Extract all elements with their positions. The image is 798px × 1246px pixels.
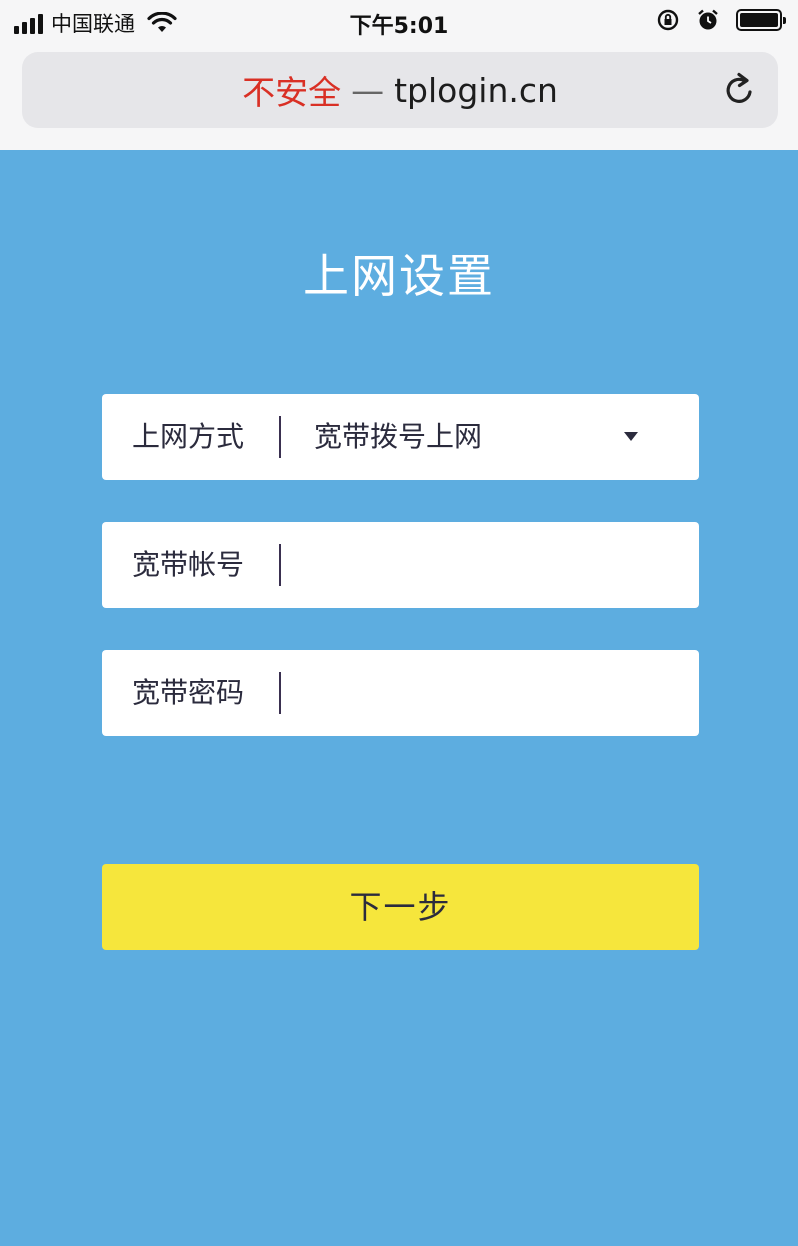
url-domain: tplogin.cn	[394, 70, 558, 110]
reload-icon[interactable]	[722, 72, 758, 108]
broadband-password-input[interactable]	[292, 664, 682, 722]
browser-chrome: 中国联通 下午5:01 不安全 — tplogin.cn	[0, 0, 798, 150]
field-divider	[279, 672, 281, 714]
dropdown-arrow-icon[interactable]	[624, 432, 638, 441]
battery-icon	[736, 9, 786, 31]
connection-type-select[interactable]: 上网方式 宽带拨号上网	[102, 394, 699, 480]
connection-type-label: 上网方式	[132, 420, 245, 453]
page-title: 上网设置	[303, 249, 495, 303]
field-divider	[279, 416, 281, 458]
broadband-account-field[interactable]: 宽带帐号	[102, 522, 699, 608]
lock-rotation-icon	[657, 9, 679, 31]
broadband-password-label: 宽带密码	[132, 676, 245, 709]
broadband-account-input[interactable]	[292, 536, 682, 594]
url-separator: —	[351, 70, 385, 110]
security-label: 不安全	[242, 73, 342, 112]
address-bar[interactable]: 不安全 — tplogin.cn	[22, 52, 778, 128]
alarm-icon	[698, 9, 718, 30]
broadband-account-label: 宽带帐号	[132, 548, 245, 581]
connection-type-value: 宽带拨号上网	[314, 420, 483, 453]
broadband-password-field[interactable]: 宽带密码	[102, 650, 699, 736]
field-divider	[279, 544, 281, 586]
next-step-button[interactable]: 下一步	[102, 864, 699, 950]
status-bar: 中国联通 下午5:01	[0, 0, 798, 46]
